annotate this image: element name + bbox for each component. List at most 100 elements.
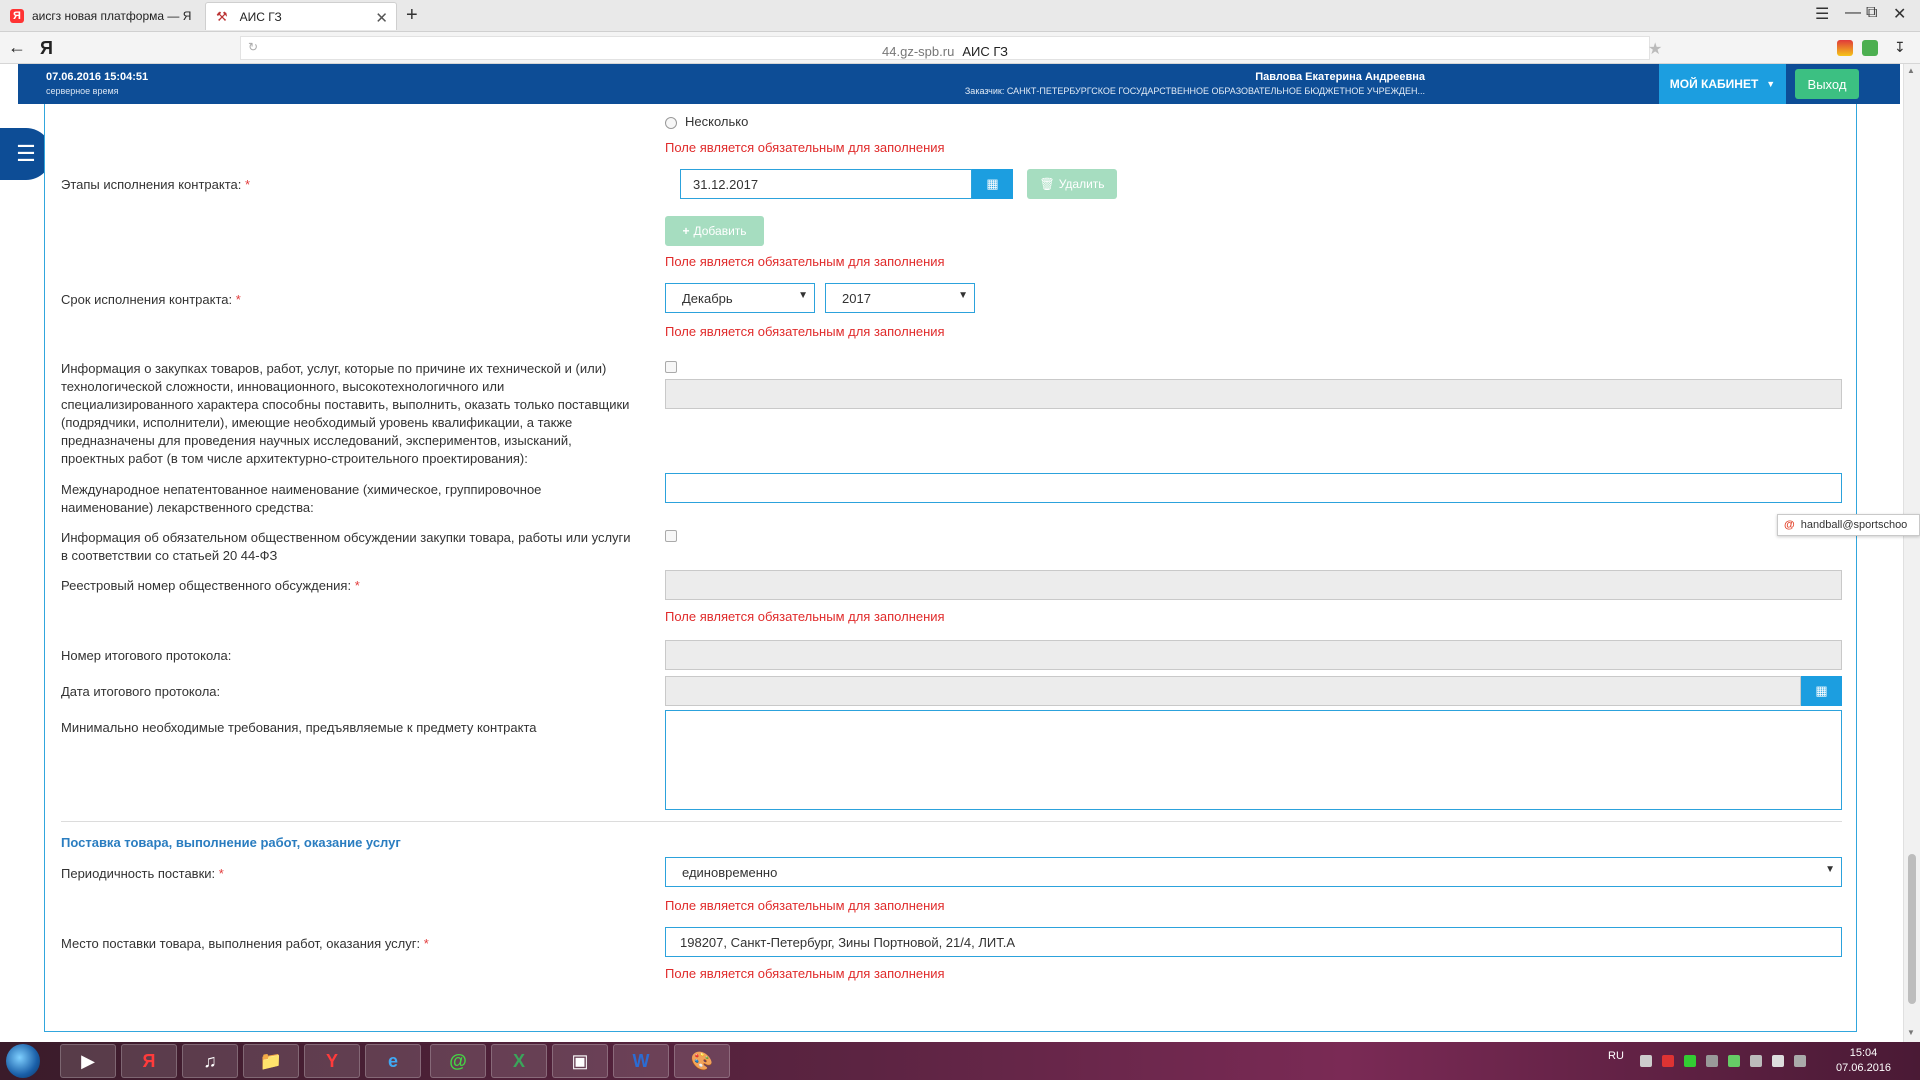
at-icon: @ [1784, 519, 1795, 531]
acrobat-tray-icon[interactable] [1662, 1055, 1674, 1067]
radio-several[interactable] [665, 117, 677, 129]
scroll-up-icon[interactable]: ▲ [1907, 66, 1915, 75]
windows-taskbar: ▶ Я ♫ 📁 Y e @ X ▣ W 🎨 RU 15:04 07.06.201… [0, 1042, 1920, 1080]
site-header: 07.06.2016 15:04:51 серверное время Павл… [18, 64, 1900, 104]
restore-icon[interactable]: ⧉ [1866, 4, 1877, 22]
delete-stage-button[interactable]: 🗑 Удалить [1027, 169, 1117, 199]
page-scrollbar[interactable]: ▲ ▼ [1903, 64, 1920, 1042]
display-tray-icon[interactable] [1794, 1055, 1806, 1067]
required-error: Поле является обязательным для заполнени… [665, 609, 945, 624]
term-label-text: Срок исполнения контракта: [61, 292, 233, 307]
hamburger-icon: ☰ [16, 141, 36, 166]
close-tab-icon[interactable]: ✕ [375, 9, 388, 27]
trash-icon: 🗑 [1039, 177, 1055, 191]
new-tab-icon[interactable]: + [406, 4, 418, 27]
delivery-place-label: Место поставки товара, выполнения работ,… [61, 935, 429, 953]
complex-info-checkbox[interactable] [665, 361, 677, 373]
reload-icon[interactable]: ↻ [248, 40, 258, 54]
registry-label: Реестровый номер общественного обсуждени… [61, 577, 360, 595]
download-extension-icon[interactable] [1862, 40, 1878, 56]
mail-agent-icon[interactable]: @ [430, 1044, 486, 1078]
paint-icon[interactable]: 🎨 [674, 1044, 730, 1078]
calendar-icon: ▦ [986, 176, 999, 191]
network-tray-icon[interactable] [1750, 1055, 1762, 1067]
required-asterisk: * [423, 936, 429, 951]
delivery-place-input[interactable]: 198207, Санкт-Петербург, Зины Портновой,… [665, 927, 1842, 957]
protocol-date-input [665, 676, 1801, 706]
language-indicator[interactable]: RU [1608, 1050, 1624, 1062]
address-bar: ← Я 44.gz-spb.ru АИС ГЗ ↻ ★ ↧ [0, 32, 1920, 64]
file-explorer-icon[interactable]: 📁 [243, 1044, 299, 1078]
start-button[interactable] [6, 1044, 40, 1078]
menu-icon[interactable]: ☰ [1815, 4, 1829, 24]
delete-label: Удалить [1058, 177, 1105, 191]
required-asterisk: * [235, 292, 241, 307]
registry-number-input [665, 570, 1842, 600]
printer-tray-icon[interactable] [1640, 1055, 1652, 1067]
yandex-taskbar-icon[interactable]: Я [121, 1044, 177, 1078]
discussion-label: Информация об обязательном общественном … [61, 530, 631, 563]
calendar-button[interactable]: ▦ [972, 169, 1013, 199]
add-label: Добавить [693, 224, 747, 238]
add-stage-button[interactable]: + Добавить [665, 216, 764, 246]
url-host: 44.gz-spb.ru [882, 44, 955, 59]
required-asterisk: * [354, 578, 360, 593]
taskbar-clock[interactable]: 15:04 07.06.2016 [1836, 1046, 1891, 1076]
term-month-select[interactable]: Декабрь ▼ [665, 283, 815, 313]
scrollbar-thumb[interactable] [1908, 854, 1916, 1004]
antivirus-tray-icon[interactable] [1706, 1055, 1718, 1067]
downloads-icon[interactable]: ↧ [1894, 39, 1906, 56]
browser-tab-ais-gz[interactable]: ⚒ АИС ГЗ ✕ [205, 2, 397, 30]
form-panel [44, 104, 1857, 1032]
registry-label-text: Реестровый номер общественного обсуждени… [61, 578, 352, 593]
url-field[interactable]: 44.gz-spb.ru АИС ГЗ [240, 36, 1650, 60]
term-year-value: 2017 [842, 291, 871, 306]
my-cabinet-button[interactable]: МОЙ КАБИНЕТ ▼ [1659, 64, 1786, 104]
user-organization: Заказчик: САНКТ-ПЕТЕРБУРГСКОЕ ГОСУДАРСТВ… [964, 86, 1425, 96]
excel-icon[interactable]: X [491, 1044, 547, 1078]
caret-down-icon: ▼ [958, 290, 968, 301]
url-title: АИС ГЗ [962, 44, 1008, 59]
radio-several-label: Несколько [685, 114, 749, 129]
speaker-app-icon[interactable]: ♫ [182, 1044, 238, 1078]
discussion-checkbox[interactable] [665, 530, 677, 542]
email-tooltip[interactable]: @ handball@sportschoo [1777, 514, 1920, 536]
scroll-down-icon[interactable]: ▼ [1907, 1028, 1915, 1037]
caret-down-icon: ▼ [1825, 864, 1835, 875]
exit-button[interactable]: Выход [1795, 69, 1859, 99]
bookmark-star-icon[interactable]: ★ [1648, 39, 1662, 59]
wrench-icon: ⚒ [216, 8, 228, 24]
stages-label-text: Этапы исполнения контракта: [61, 177, 242, 192]
inn-label: Международное непатентованное наименован… [61, 482, 542, 515]
back-arrow-icon[interactable]: ← [8, 37, 26, 58]
mail-tray-icon[interactable] [1684, 1055, 1696, 1067]
media-player-icon[interactable]: ▶ [60, 1044, 116, 1078]
close-window-icon[interactable]: ✕ [1893, 4, 1906, 24]
complex-info-input [665, 379, 1842, 409]
nvidia-tray-icon[interactable] [1728, 1055, 1740, 1067]
server-time: 07.06.2016 15:04:51 [46, 71, 149, 83]
caret-down-icon: ▼ [798, 290, 808, 301]
extension-flag-icon[interactable] [1837, 40, 1853, 56]
periodicity-value: единовременно [682, 865, 778, 880]
min-requirements-textarea[interactable] [665, 710, 1842, 810]
volume-tray-icon[interactable] [1772, 1055, 1784, 1067]
term-year-select[interactable]: 2017 ▼ [825, 283, 975, 313]
min-requirements-label: Минимально необходимые требования, предъ… [61, 720, 537, 735]
browser-tab-aisgz-search[interactable]: Я аисгз новая платформа — Я [0, 2, 202, 30]
internet-explorer-icon[interactable]: e [365, 1044, 421, 1078]
user-name: Павлова Екатерина Андреевна [1255, 71, 1425, 83]
screenshot-app-icon[interactable]: ▣ [552, 1044, 608, 1078]
required-error: Поле является обязательным для заполнени… [665, 966, 945, 981]
protocol-date-calendar-button[interactable]: ▦ [1801, 676, 1842, 706]
minimize-icon[interactable]: — [1845, 4, 1861, 22]
word-icon[interactable]: W [613, 1044, 669, 1078]
complex-info-label: Информация о закупках товаров, работ, ус… [61, 361, 630, 466]
stage-date-input[interactable]: 31.12.2017 [680, 169, 972, 199]
periodicity-select[interactable]: единовременно ▼ [665, 857, 1842, 887]
yandex-logo-icon[interactable]: Я [40, 38, 53, 59]
inn-input[interactable] [665, 473, 1842, 503]
required-asterisk: * [244, 177, 251, 192]
yandex-browser-icon[interactable]: Y [304, 1044, 360, 1078]
tooltip-text: handball@sportschoo [1800, 519, 1908, 531]
